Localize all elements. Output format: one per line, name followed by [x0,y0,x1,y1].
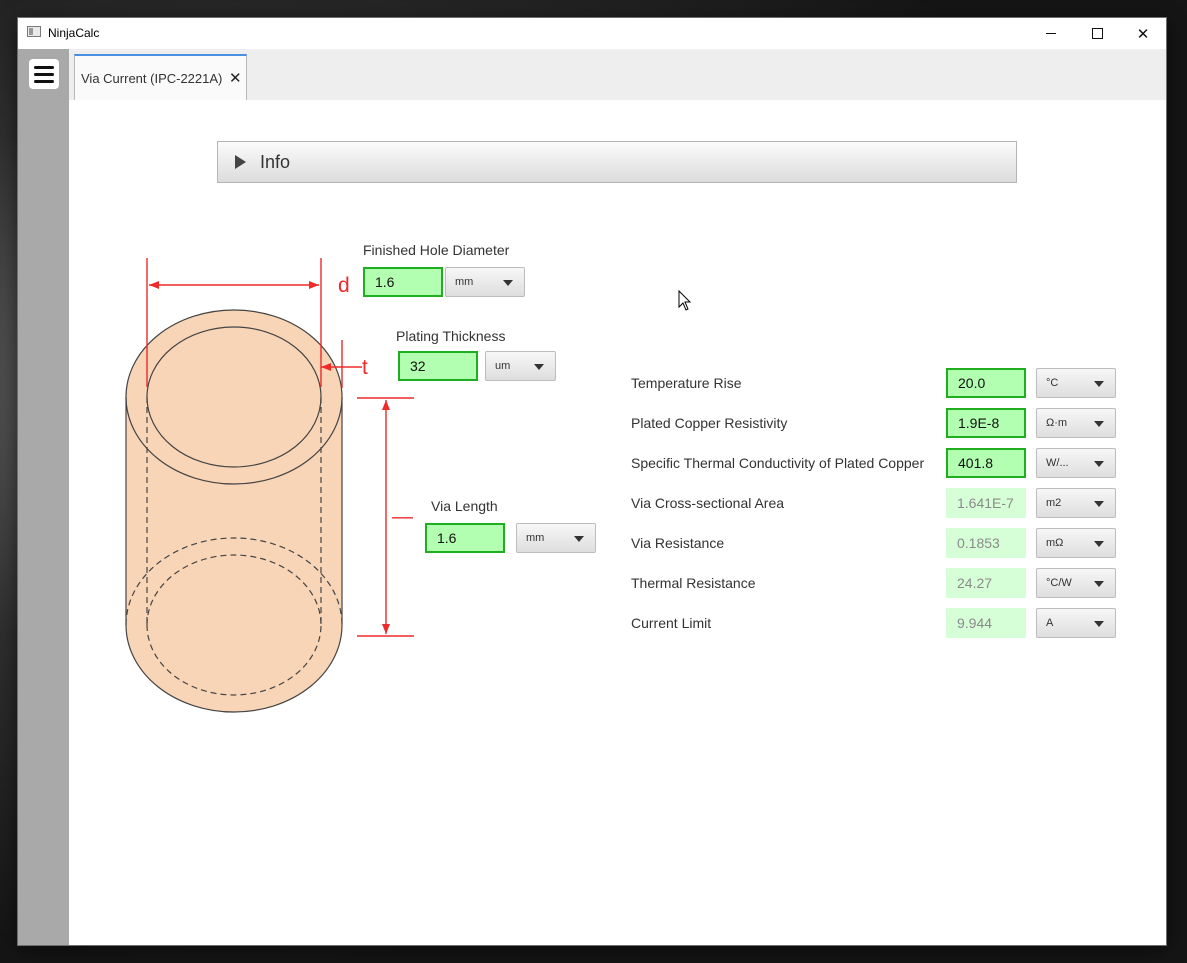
maximize-button[interactable] [1074,18,1120,49]
tab-label: Via Current (IPC-2221A) [81,71,223,86]
via-length-label: Via Length [431,498,498,514]
calculator-panel: Info d t — Finished Hole Diameter 1.6 mm… [69,100,1166,945]
unit-value: Ω·m [1046,417,1068,429]
unit-value: m2 [1046,497,1062,509]
chevron-down-icon [574,536,584,542]
cross-sectional-area-output: 1.641E-7 [946,488,1026,518]
plating-thickness-label: Plating Thickness [396,328,506,344]
chevron-down-icon [1094,581,1104,587]
mouse-cursor-icon [678,290,692,311]
thermal-conductivity-unit-select[interactable]: W/... [1036,448,1116,478]
tab-bar: Via Current (IPC-2221A) ✕ [69,49,1166,100]
minimize-icon [1046,33,1056,34]
hole-diameter-input[interactable]: 1.6 [363,267,443,297]
chevron-down-icon [503,280,513,286]
window-title: NinjaCalc [48,26,100,40]
hole-diameter-label: Finished Hole Diameter [363,242,510,258]
dimension-label-t: t [362,356,368,379]
via-resistance-label: Via Resistance [631,535,725,551]
copper-resistivity-label: Plated Copper Resistivity [631,415,788,431]
dimension-label-l: — [392,505,413,528]
unit-value: A [1046,617,1054,629]
unit-value: mm [455,276,474,288]
chevron-down-icon [1094,541,1104,547]
thermal-resistance-label: Thermal Resistance [631,575,756,591]
plating-thickness-unit-select[interactable]: um [485,351,556,381]
dimension-label-d: d [338,274,350,297]
close-window-button[interactable]: ✕ [1120,18,1166,49]
via-cylinder [125,309,343,713]
chevron-down-icon [1094,621,1104,627]
chevron-down-icon [1094,421,1104,427]
hamburger-icon-bar [34,72,54,76]
close-icon: ✕ [1136,25,1150,43]
tab-via-current[interactable]: Via Current (IPC-2221A) ✕ [74,54,247,100]
cross-sectional-area-label: Via Cross-sectional Area [631,495,785,511]
sidebar [18,49,69,945]
minimize-button[interactable] [1028,18,1074,49]
cross-sectional-area-unit-select[interactable]: m2 [1036,488,1116,518]
unit-value: mm [526,532,545,544]
current-limit-unit-select[interactable]: A [1036,608,1116,638]
thermal-conductivity-input[interactable]: 401.8 [946,448,1026,478]
thermal-conductivity-label: Specific Thermal Conductivity of Plated … [631,455,925,471]
via-length-input[interactable]: 1.6 [425,523,505,553]
unit-value: °C/W [1046,577,1072,589]
tab-close-icon[interactable]: ✕ [229,69,242,87]
via-resistance-unit-select[interactable]: mΩ [1036,528,1116,558]
hole-diameter-unit-select[interactable]: mm [445,267,525,297]
via-resistance-output: 0.1853 [946,528,1026,558]
copper-resistivity-unit-select[interactable]: Ω·m [1036,408,1116,438]
via-length-unit-select[interactable]: mm [516,523,596,553]
temperature-rise-input[interactable]: 20.0 [946,368,1026,398]
chevron-down-icon [534,364,544,370]
hamburger-icon-bar [34,65,54,69]
menu-button[interactable] [29,59,59,89]
thermal-resistance-output: 24.27 [946,568,1026,598]
hamburger-icon-bar [34,79,54,83]
temperature-rise-unit-select[interactable]: °C [1036,368,1116,398]
chevron-down-icon [1094,461,1104,467]
app-icon [27,26,41,37]
temperature-rise-label: Temperature Rise [631,375,742,391]
unit-value: mΩ [1046,537,1064,549]
thermal-resistance-unit-select[interactable]: °C/W [1036,568,1116,598]
plating-thickness-input[interactable]: 32 [398,351,478,381]
current-limit-label: Current Limit [631,615,712,631]
chevron-down-icon [1094,381,1104,387]
current-limit-output: 9.944 [946,608,1026,638]
unit-value: W/... [1046,457,1069,469]
maximize-icon [1091,28,1103,39]
copper-resistivity-input[interactable]: 1.9E-8 [946,408,1026,438]
unit-value: um [495,360,511,372]
unit-value: °C [1046,377,1059,389]
chevron-down-icon [1094,501,1104,507]
app-window: NinjaCalc ✕ Via Current (IPC-2221A) ✕ In… [18,18,1166,945]
title-bar: NinjaCalc ✕ [18,18,1166,49]
